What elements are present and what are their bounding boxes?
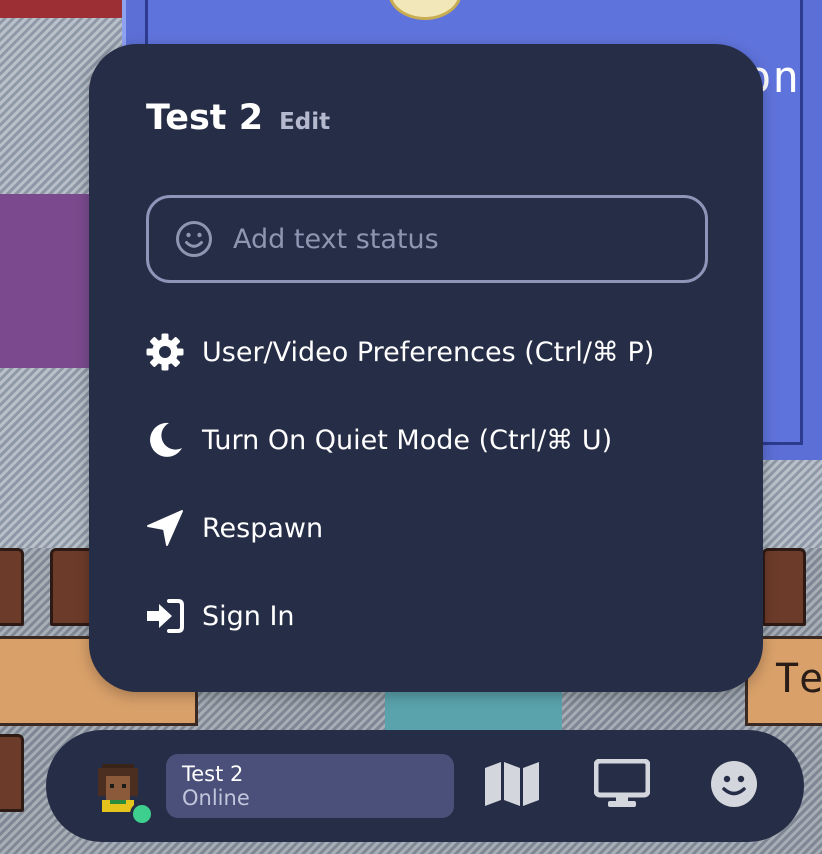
sign-in-icon [144,595,186,637]
smiley-icon[interactable] [175,220,213,258]
emoji-icon [710,760,758,812]
background-purple-block [0,194,95,368]
menu-user-name: Test 2 [146,98,264,138]
user-name: Test 2 [182,762,244,786]
edit-name-link[interactable]: Edit [279,109,330,135]
location-arrow-icon [144,507,186,549]
background-chair [50,548,94,626]
text-status-input[interactable] [231,222,675,256]
menu-item-label: Sign In [202,600,295,632]
emoji-button[interactable] [704,758,764,814]
menu-item-label: Turn On Quiet Mode (Ctrl/⌘ U) [202,424,613,456]
menu-item-label: Respawn [202,512,324,544]
online-status-dot [130,802,154,826]
text-status-field[interactable] [146,195,708,283]
background-chair [0,548,24,626]
screen-share-icon [593,758,651,813]
background-chair [762,548,806,626]
background-chair [0,734,24,812]
menu-item-respawn[interactable]: Respawn [144,504,323,552]
background-red-block [0,0,122,18]
menu-item-sign-in[interactable]: Sign In [144,592,295,640]
bottom-toolbar: Test 2 Online [46,730,804,842]
user-status-pill[interactable]: Test 2 Online [166,754,454,818]
menu-item-label: User/Video Preferences (Ctrl/⌘ P) [202,336,655,368]
menu-item-preferences[interactable]: User/Video Preferences (Ctrl/⌘ P) [144,328,654,376]
map-button[interactable] [482,758,542,814]
menu-item-quiet-mode[interactable]: Turn On Quiet Mode (Ctrl/⌘ U) [144,416,612,464]
background-table-text: Te [775,656,822,702]
user-status: Online [182,786,250,810]
moon-icon [144,419,186,461]
map-icon [484,761,540,811]
menu-header: Test 2 Edit [146,98,330,138]
screen-share-button[interactable] [592,758,652,814]
user-menu-popup: Test 2 Edit Add text status User/Video P… [89,44,763,692]
gear-icon [144,331,186,373]
